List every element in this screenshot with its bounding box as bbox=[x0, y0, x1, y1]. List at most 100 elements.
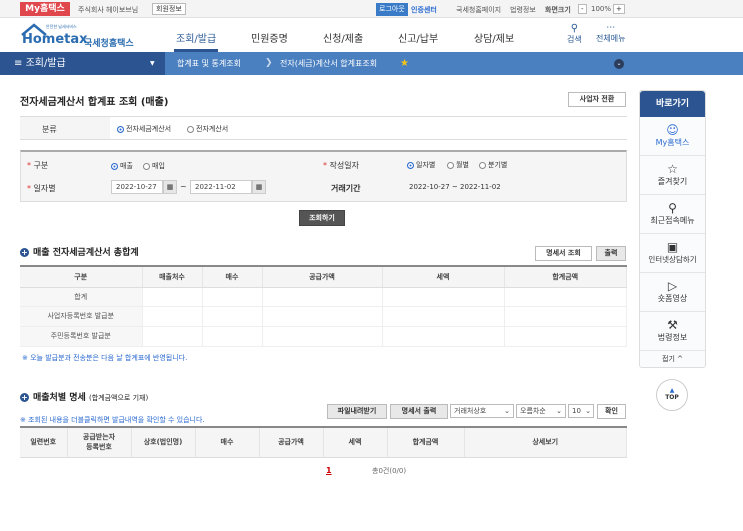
calendar-icon[interactable]: ▦ bbox=[163, 180, 177, 194]
member-info-button[interactable]: 회원정보 bbox=[152, 3, 186, 15]
period-value: 2022-10-27 ~ 2022-11-02 bbox=[409, 183, 501, 191]
radio-e-invoice[interactable]: 전자계산서 bbox=[187, 124, 228, 134]
sort-order-select[interactable]: 오름차순 ⌄ bbox=[516, 404, 566, 418]
collapse-button[interactable]: 접기 ^ bbox=[640, 351, 705, 367]
start-date-input[interactable]: 2022-10-27 bbox=[111, 180, 163, 194]
date-range-separator: ~ bbox=[180, 182, 187, 191]
quick-links-sidebar: 바로가기 ☺ My홈택스 ☆ 즐겨찾기 ⚲ 최근접속메뉴 ▣ 인터넷상담하기 ▷ 숏폼영상… bbox=[639, 90, 706, 368]
logout-button[interactable]: 로그아웃 bbox=[376, 3, 408, 16]
nts-homepage-link[interactable]: 국세청홈페이지 bbox=[456, 5, 501, 15]
table-row: 사업자등록번호 발급분 bbox=[20, 306, 627, 327]
top-utility-bar: My홈택스 주식회사 헤이보브님 회원정보 로그아웃 인증센터 국세청홈페이지 … bbox=[0, 0, 743, 18]
summary-note: ※ 오늘 발급분과 전송분은 다음 날 합계표에 반영됩니다. bbox=[22, 354, 188, 362]
nav-lookup-issue[interactable]: 조회/발급 bbox=[176, 30, 216, 45]
calendar-icon[interactable]: ▦ bbox=[252, 180, 266, 194]
nav-apply-submit[interactable]: 신청/제출 bbox=[323, 30, 363, 45]
radio-daily[interactable]: 일자별 bbox=[407, 160, 435, 170]
user-name: 주식회사 헤이보브님 bbox=[78, 6, 139, 14]
column-header: 구분 bbox=[20, 266, 143, 288]
expand-chevron-icon[interactable]: ⌄ bbox=[614, 59, 624, 69]
column-header: 일련번호 bbox=[20, 427, 68, 458]
summary-table: 구분 매출처수 매수 공급가액 세액 합계금액 합계 사업자등록번호 발급분 주… bbox=[20, 265, 627, 347]
breadcrumb: ≡ 조회/발급 ▼ 합계표 및 통계조회 ❯ 전자(세금)계산서 합계표조회 ★ … bbox=[0, 52, 743, 75]
plus-circle-icon: + bbox=[20, 393, 29, 402]
column-header: 세액 bbox=[382, 266, 505, 288]
quick-favorites[interactable]: ☆ 즐겨찾기 bbox=[640, 156, 705, 195]
zoom-in-button[interactable]: + bbox=[613, 4, 625, 14]
print-button[interactable]: 출력 bbox=[596, 246, 626, 261]
search-form: * 구분 매출 매입 * 작성일자 일자별 월별 분기별 * 일자별 2022-… bbox=[20, 150, 627, 202]
page-size-select[interactable]: 10 ⌄ bbox=[568, 404, 594, 418]
radio-purchase[interactable]: 매입 bbox=[143, 161, 165, 171]
table-header-row: 일련번호 공급받는자 등록번호 상호(법인명) 매수 공급가액 세액 합계금액 … bbox=[20, 427, 627, 458]
search-button[interactable]: ⚲ 검색 bbox=[567, 23, 582, 45]
switch-business-button[interactable]: 사업자 전환 bbox=[568, 92, 626, 107]
table-row: 주민등록번호 발급분 bbox=[20, 326, 627, 347]
chevron-down-icon: ⌄ bbox=[585, 407, 591, 415]
radio-sales[interactable]: 매출 bbox=[111, 161, 133, 171]
column-header: 합계금액 bbox=[504, 266, 627, 288]
recent-search-icon: ⚲ bbox=[668, 201, 677, 215]
type-label: * 구분 bbox=[27, 161, 49, 170]
detail-section-title: + 매출처별 명세 (합계금액으로 기재) bbox=[20, 393, 149, 403]
detail-table: 일련번호 공급받는자 등록번호 상호(법인명) 매수 공급가액 세액 합계금액 … bbox=[20, 426, 627, 458]
breadcrumb-level2[interactable]: 전자(세금)계산서 합계표조회 bbox=[280, 52, 377, 75]
radio-monthly[interactable]: 월별 bbox=[447, 160, 469, 170]
all-menu-button[interactable]: ⋯ 전체메뉴 bbox=[596, 23, 625, 44]
breadcrumb-level1[interactable]: 합계표 및 통계조회 bbox=[177, 52, 241, 75]
scroll-top-button[interactable]: ▲ TOP bbox=[656, 379, 688, 411]
nav-report-pay[interactable]: 신고/납부 bbox=[398, 30, 438, 45]
star-icon: ☆ bbox=[667, 162, 678, 176]
column-header: 매출처수 bbox=[142, 266, 203, 288]
zoom-value: 100% bbox=[591, 5, 612, 13]
user-icon: ☺ bbox=[666, 123, 679, 137]
zoom-out-button[interactable]: - bbox=[578, 4, 587, 14]
column-header: 공급받는자 등록번호 bbox=[67, 427, 132, 458]
radio-e-tax-invoice[interactable]: 전자세금계산서 bbox=[117, 124, 171, 134]
my-hometax-button[interactable]: My홈택스 bbox=[20, 2, 70, 16]
quick-shortform-video[interactable]: ▷ 숏폼영상 bbox=[640, 273, 705, 312]
quick-my-hometax[interactable]: ☺ My홈택스 bbox=[640, 117, 705, 156]
confirm-button[interactable]: 확인 bbox=[597, 404, 626, 419]
caret-up-icon: ▲ bbox=[669, 387, 675, 394]
detail-note: ※ 조회된 내용을 더블클릭하면 발급내역을 확인할 수 있습니다. bbox=[20, 416, 205, 424]
quick-online-consult[interactable]: ▣ 인터넷상담하기 bbox=[640, 234, 705, 273]
quick-law-info[interactable]: ⚒ 법령정보 bbox=[640, 312, 705, 351]
breadcrumb-separator-icon: ❯ bbox=[265, 58, 273, 68]
law-info-link[interactable]: 법령정보 bbox=[510, 5, 536, 15]
column-header: 공급가액 bbox=[259, 427, 324, 458]
page-number-link[interactable]: 1 bbox=[326, 466, 332, 475]
hometax-logo[interactable]: 안전한 납세서비스 Hometax 국세청홈택스 bbox=[20, 22, 134, 49]
breadcrumb-menu-dropdown[interactable]: ≡ 조회/발급 ▼ bbox=[0, 52, 165, 75]
end-date-input[interactable]: 2022-11-02 bbox=[190, 180, 252, 194]
logo-subtitle: 국세청홈택스 bbox=[84, 39, 134, 49]
grid-icon: ⋯ bbox=[606, 23, 616, 33]
period-label: 거래기간 bbox=[331, 184, 361, 193]
logo-tagline: 안전한 납세서비스 bbox=[46, 24, 77, 29]
plus-circle-icon: + bbox=[20, 248, 29, 257]
classification-label: 분류 bbox=[42, 125, 57, 134]
favorite-star-icon[interactable]: ★ bbox=[400, 52, 409, 75]
quick-recent-menu[interactable]: ⚲ 최근접속메뉴 bbox=[640, 195, 705, 234]
search-icon: ⚲ bbox=[570, 23, 579, 34]
nav-consult-report[interactable]: 상담/제보 bbox=[474, 30, 514, 45]
column-header: 상호(법인명) bbox=[131, 427, 196, 458]
table-row: 합계 bbox=[20, 287, 627, 307]
summary-section-title: + 매출 전자세금계산서 총합계 bbox=[20, 248, 139, 258]
sort-field-select[interactable]: 거래처상호 ⌄ bbox=[450, 404, 514, 418]
search-submit-button[interactable]: 조회하기 bbox=[299, 210, 345, 226]
file-download-button[interactable]: 파일내려받기 bbox=[327, 404, 387, 419]
column-header: 세액 bbox=[323, 427, 388, 458]
cert-center-link[interactable]: 인증센터 bbox=[411, 5, 437, 15]
view-statement-button[interactable]: 명세서 조회 bbox=[535, 246, 592, 261]
statement-print-button[interactable]: 명세서 출력 bbox=[390, 404, 448, 419]
page-title: 전자세금계산서 합계표 조회 (매출) bbox=[20, 97, 169, 108]
header: 안전한 납세서비스 Hometax 국세청홈택스 조회/발급 민원증명 신청/제… bbox=[0, 18, 743, 52]
date-label: * 일자별 bbox=[27, 184, 56, 193]
radio-quarterly[interactable]: 분기별 bbox=[479, 160, 507, 170]
laptop-icon: ▣ bbox=[666, 240, 679, 254]
play-icon: ▷ bbox=[667, 279, 678, 293]
zoom-label: 화면크기 bbox=[545, 6, 571, 14]
nav-civil-certificate[interactable]: 민원증명 bbox=[251, 30, 288, 45]
column-header: 매수 bbox=[202, 266, 263, 288]
